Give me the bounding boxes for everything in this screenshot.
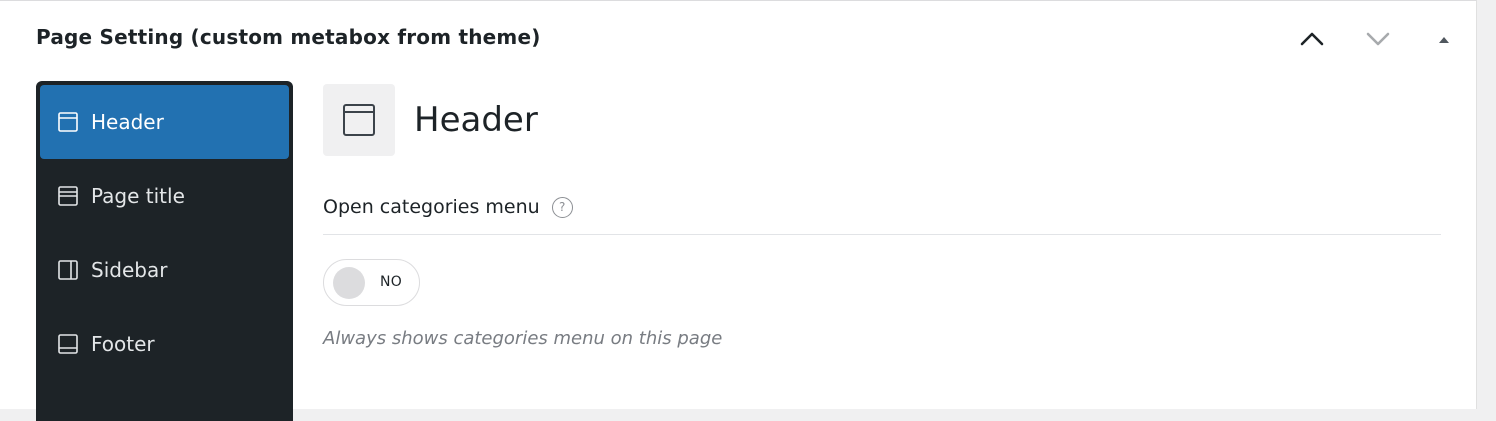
page-setting-metabox: Page Setting (custom metabox from theme)… (0, 0, 1477, 421)
chevron-down-icon (1366, 32, 1390, 46)
nav-item-label: Page title (91, 184, 185, 208)
field-label: Open categories menu (323, 196, 540, 218)
page-title-layout-icon (58, 186, 78, 206)
open-categories-toggle[interactable]: NO (323, 259, 420, 306)
nav-item-header[interactable]: Header (40, 85, 289, 159)
settings-sidebar-nav: Header Page title Sidebar Footer (36, 81, 293, 421)
nav-item-sidebar[interactable]: Sidebar (40, 233, 289, 307)
section-icon-box (323, 84, 395, 156)
header-layout-icon (343, 104, 375, 136)
toggle-panel-button[interactable] (1429, 23, 1459, 53)
footer-layout-icon (58, 334, 78, 354)
chevron-up-icon (1300, 32, 1324, 46)
divider (323, 234, 1441, 235)
field-description: Always shows categories menu on this pag… (323, 328, 723, 349)
toggle-knob (333, 267, 365, 299)
help-icon[interactable]: ? (551, 196, 573, 218)
metabox-header: Page Setting (custom metabox from theme) (0, 5, 1476, 71)
move-down-button[interactable] (1363, 23, 1393, 53)
header-layout-icon (58, 112, 78, 132)
move-up-button[interactable] (1297, 23, 1327, 53)
section-content: Header Open categories menu ? NO Always … (323, 84, 1441, 404)
triangle-up-icon (1439, 37, 1449, 43)
nav-item-footer[interactable]: Footer (40, 307, 289, 381)
nav-item-label: Sidebar (91, 258, 168, 282)
toggle-state-label: NO (380, 274, 403, 290)
metabox-title: Page Setting (custom metabox from theme) (36, 25, 541, 49)
field-label-row: Open categories menu ? (323, 194, 573, 220)
nav-item-page-title[interactable]: Page title (40, 159, 289, 233)
sidebar-layout-icon (58, 260, 78, 280)
nav-item-label: Header (91, 110, 164, 134)
nav-item-label: Footer (91, 332, 155, 356)
section-title: Header (414, 100, 538, 140)
